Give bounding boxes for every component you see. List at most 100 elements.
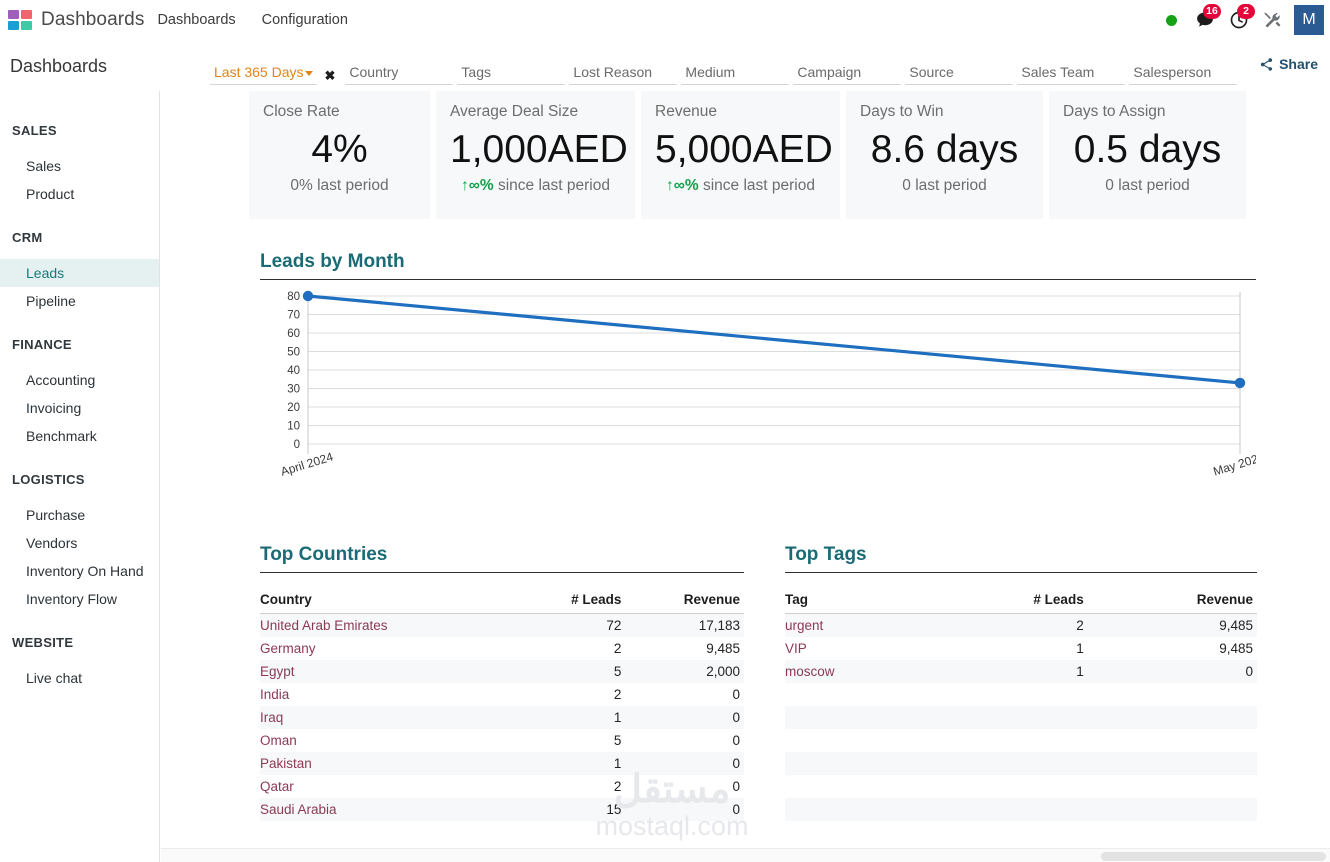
table-row-empty bbox=[785, 775, 1257, 798]
column-header-tag[interactable]: Tag bbox=[785, 588, 936, 614]
empty-cell bbox=[935, 775, 1087, 798]
value-cell: 9,485 bbox=[1219, 618, 1253, 633]
filter-country[interactable]: Country bbox=[345, 64, 454, 85]
tag-name-cell: moscow bbox=[785, 664, 835, 679]
filter-lost-reason[interactable]: Lost Reason bbox=[569, 64, 678, 85]
sidebar-item-sales[interactable]: Sales bbox=[0, 152, 159, 180]
control-panel: Dashboards Last 365 Days ✖ Country Tags … bbox=[0, 41, 1330, 91]
country-name-cell: Oman bbox=[260, 733, 297, 748]
sidebar-item-pipeline[interactable]: Pipeline bbox=[0, 287, 159, 315]
filter-bar: Last 365 Days ✖ Country Tags Lost Reason… bbox=[210, 41, 1259, 91]
table-row[interactable]: Egypt 5 2,000 bbox=[260, 660, 744, 683]
sidebar-item-product[interactable]: Product bbox=[0, 180, 159, 208]
sidebar-item-live-chat[interactable]: Live chat bbox=[0, 664, 159, 692]
leads-by-month-chart[interactable]: 0 10 20 30 40 50 60 70 80 April 2024 May 2024 bbox=[260, 286, 1256, 501]
share-button[interactable]: Share bbox=[1259, 56, 1318, 76]
table-header-row: Country # Leads Revenue bbox=[260, 588, 744, 614]
x-tick-label: May 2024 bbox=[1212, 450, 1256, 479]
country-name-cell: India bbox=[260, 687, 290, 702]
filter-campaign[interactable]: Campaign bbox=[793, 64, 902, 85]
sidebar-item-vendors[interactable]: Vendors bbox=[0, 529, 159, 557]
table-row[interactable]: Saudi Arabia 15 0 bbox=[260, 798, 744, 821]
kpi-trend: ↑∞% bbox=[461, 177, 494, 194]
table-row[interactable]: Germany 2 9,485 bbox=[260, 637, 744, 660]
top-countries-table[interactable]: Country # Leads Revenue United Arab Emirat… bbox=[260, 588, 744, 821]
table-row[interactable]: moscow 1 0 bbox=[785, 660, 1257, 683]
filter-source[interactable]: Source bbox=[905, 64, 1014, 85]
kpi-label: Days to Assign bbox=[1063, 103, 1166, 120]
filter-salesperson[interactable]: Salesperson bbox=[1129, 64, 1238, 85]
value-cell: 2 bbox=[613, 779, 622, 794]
sidebar-item-inventory-flow[interactable]: Inventory Flow bbox=[0, 585, 159, 613]
filter-sales-team[interactable]: Sales Team bbox=[1017, 64, 1126, 85]
kpi-value: 5,000AED bbox=[655, 128, 833, 171]
y-tick-label: 70 bbox=[287, 310, 300, 322]
column-header-revenue[interactable]: Revenue bbox=[625, 588, 744, 614]
sidebar-item-accounting[interactable]: Accounting bbox=[0, 366, 159, 394]
country-name-cell: Iraq bbox=[260, 710, 284, 725]
y-tick-label: 10 bbox=[287, 421, 300, 433]
y-tick-label: 80 bbox=[287, 291, 300, 303]
data-point-marker[interactable] bbox=[1234, 377, 1246, 389]
table-row[interactable]: Pakistan 1 0 bbox=[260, 752, 744, 775]
kpi-card-days-to-assign[interactable]: Days to Assign 0.5 days 0 last period bbox=[1048, 91, 1246, 219]
table-row[interactable]: India 2 0 bbox=[260, 683, 744, 706]
user-avatar[interactable]: M bbox=[1294, 5, 1324, 35]
sidebar-item-invoicing[interactable]: Invoicing bbox=[0, 394, 159, 422]
section-title-leads-by-month: Leads by Month bbox=[260, 251, 1256, 280]
sidebar-item-benchmark[interactable]: Benchmark bbox=[0, 422, 159, 450]
filter-tags[interactable]: Tags bbox=[457, 64, 566, 85]
empty-cell bbox=[935, 798, 1087, 821]
table-row[interactable]: urgent 2 9,485 bbox=[785, 613, 1257, 637]
kpi-value: 1,000AED bbox=[450, 128, 628, 171]
table-row-empty bbox=[785, 683, 1257, 706]
sidebar-item-purchase[interactable]: Purchase bbox=[0, 501, 159, 529]
empty-cell bbox=[1088, 752, 1257, 775]
close-x-icon[interactable]: ✖ bbox=[325, 68, 336, 84]
column-header-leads[interactable]: # Leads bbox=[935, 588, 1088, 614]
share-label: Share bbox=[1279, 56, 1318, 72]
country-name-cell: Egypt bbox=[260, 664, 295, 679]
kpi-label: Revenue bbox=[655, 103, 718, 120]
sidebar-item-leads[interactable]: Leads bbox=[0, 259, 159, 287]
section-title-top-countries: Top Countries bbox=[260, 544, 744, 573]
presence-indicator[interactable] bbox=[1154, 0, 1188, 41]
table-row[interactable]: VIP 1 9,485 bbox=[785, 637, 1257, 660]
scrollbar-thumb[interactable] bbox=[1101, 852, 1326, 861]
sidebar-group-finance: FINANCE bbox=[12, 337, 72, 352]
caret-down-icon bbox=[304, 70, 313, 76]
kpi-card-days-to-win[interactable]: Days to Win 8.6 days 0 last period bbox=[845, 91, 1043, 219]
column-header-revenue[interactable]: Revenue bbox=[1087, 588, 1257, 614]
value-cell: 2 bbox=[613, 687, 622, 702]
kpi-card-revenue[interactable]: Revenue 5,000AED ↑∞% since last period bbox=[640, 91, 840, 219]
filter-medium[interactable]: Medium bbox=[681, 64, 790, 85]
messages-button[interactable]: 16 bbox=[1188, 0, 1222, 41]
value-cell: 17,183 bbox=[698, 618, 740, 633]
filter-date-range[interactable]: Last 365 Days bbox=[210, 64, 317, 85]
activities-button[interactable]: 2 bbox=[1222, 0, 1256, 41]
data-point-marker[interactable] bbox=[302, 290, 314, 302]
kpi-card-close-rate[interactable]: Close Rate 4% 0% last period bbox=[248, 91, 430, 219]
grid-logo-icon[interactable] bbox=[8, 10, 32, 30]
x-tick-label-group: May 2024 bbox=[1212, 450, 1256, 479]
table-row[interactable]: Iraq 1 0 bbox=[260, 706, 744, 729]
kpi-card-average-deal-size[interactable]: Average Deal Size 1,000AED ↑∞% since las… bbox=[435, 91, 635, 219]
sidebar[interactable]: SALES Sales Product CRM Leads Pipeline FINANCE… bbox=[0, 91, 160, 862]
empty-cell bbox=[785, 706, 935, 729]
menu-configuration[interactable]: Configuration bbox=[249, 0, 361, 41]
sidebar-item-inventory-on-hand[interactable]: Inventory On Hand bbox=[0, 557, 159, 585]
table-row[interactable]: Oman 5 0 bbox=[260, 729, 744, 752]
column-header-leads[interactable]: # Leads bbox=[518, 588, 626, 614]
top-navbar: Dashboards Dashboards Configuration 16 2… bbox=[0, 0, 1330, 41]
horizontal-scrollbar[interactable] bbox=[161, 848, 1330, 862]
table-row[interactable]: Qatar 2 0 bbox=[260, 775, 744, 798]
y-tick-label: 30 bbox=[287, 384, 300, 396]
column-header-country[interactable]: Country bbox=[260, 588, 519, 614]
table-row-empty bbox=[785, 729, 1257, 752]
table-row[interactable]: United Arab Emirates 72 17,183 bbox=[260, 613, 744, 637]
developer-tools-button[interactable] bbox=[1256, 0, 1290, 41]
country-name-cell: Saudi Arabia bbox=[260, 802, 337, 817]
menu-dashboards[interactable]: Dashboards bbox=[144, 0, 248, 41]
top-tags-table[interactable]: Tag # Leads Revenue urgent 2 9,485 VIP 1 9,485 m… bbox=[785, 588, 1257, 821]
